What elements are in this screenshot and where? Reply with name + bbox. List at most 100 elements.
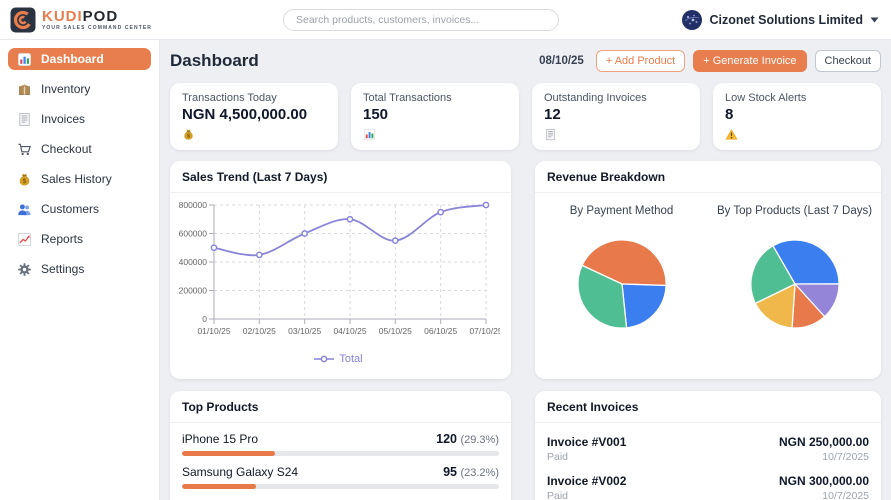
generate-invoice-button[interactable]: + Generate Invoice bbox=[693, 50, 807, 72]
svg-text:06/10/25: 06/10/25 bbox=[424, 326, 457, 336]
sidebar-item-invoices[interactable]: Invoices bbox=[8, 108, 151, 130]
chevron-down-icon bbox=[870, 17, 879, 23]
date-label: 08/10/25 bbox=[539, 55, 584, 67]
svg-text:02/10/25: 02/10/25 bbox=[243, 326, 276, 336]
stat-card-outstanding-invoices: Outstanding Invoices 12 bbox=[532, 83, 700, 150]
topbar: KUDIPOD YOUR SALES COMMAND CENTER Cizone… bbox=[0, 0, 891, 40]
sidebar-item-label: Inventory bbox=[41, 82, 91, 96]
stat-label: Transactions Today bbox=[182, 92, 277, 104]
invoice-date: 10/7/2025 bbox=[822, 490, 869, 500]
invoice-status: Paid bbox=[547, 451, 569, 463]
svg-text:800000: 800000 bbox=[179, 200, 208, 210]
pie-top-products bbox=[749, 239, 840, 329]
cart-icon bbox=[18, 143, 31, 155]
brand-name: KUDIPOD bbox=[42, 7, 119, 25]
invoice-date: 10/7/2025 bbox=[822, 451, 869, 463]
svg-text:05/10/25: 05/10/25 bbox=[379, 326, 412, 336]
invoice-id: Invoice #V002 bbox=[547, 474, 627, 488]
page-header: Dashboard 08/10/25 + Add Product + Gener… bbox=[170, 47, 881, 75]
invoice-id: Invoice #V001 bbox=[547, 435, 627, 449]
stat-card-transactions-today: Transactions Today NGN 4,500,000.00 $ bbox=[170, 83, 338, 150]
brand-tagline: YOUR SALES COMMAND CENTER bbox=[42, 24, 153, 31]
product-name: iPhone 15 Pro bbox=[182, 432, 259, 446]
revenue-breakdown-title: Revenue Breakdown bbox=[535, 161, 881, 193]
money-bag-icon: $ bbox=[182, 128, 326, 146]
sidebar-item-label: Settings bbox=[41, 262, 85, 276]
invoice-amount: NGN 250,000.00 bbox=[778, 435, 869, 449]
stats-row: Transactions Today NGN 4,500,000.00 $ To… bbox=[170, 83, 881, 150]
svg-text:01/10/25: 01/10/25 bbox=[197, 326, 230, 336]
invoice-row: Invoice #V001 NGN 250,000.00 Paid 10/7/2… bbox=[547, 430, 869, 469]
product-count: 95 bbox=[443, 465, 457, 479]
svg-text:200000: 200000 bbox=[179, 286, 208, 296]
gear-icon bbox=[18, 262, 31, 276]
stat-value: 12 bbox=[544, 106, 561, 123]
sidebar: Dashboard Inventory Invoices Checkout $ … bbox=[0, 40, 160, 500]
receipt-icon bbox=[19, 112, 30, 126]
top-products-card: Top Products iPhone 15 Pro 120 (29.3%) S… bbox=[170, 391, 511, 500]
customers-icon bbox=[18, 203, 31, 215]
add-product-button[interactable]: + Add Product bbox=[595, 50, 686, 72]
chart-up-icon bbox=[18, 232, 31, 246]
svg-text:$: $ bbox=[187, 134, 190, 140]
stat-label: Low Stock Alerts bbox=[725, 92, 807, 104]
receipt-icon bbox=[544, 128, 688, 146]
sidebar-item-checkout[interactable]: Checkout bbox=[8, 138, 151, 160]
main-content: Dashboard 08/10/25 + Add Product + Gener… bbox=[160, 40, 891, 500]
recent-invoices-title: Recent Invoices bbox=[535, 391, 881, 423]
stat-card-total-transactions: Total Transactions 150 bbox=[351, 83, 519, 150]
stat-card-low-stock-alerts: Low Stock Alerts 8 bbox=[713, 83, 881, 150]
product-row: iPhone 15 Pro 120 (29.3%) bbox=[182, 432, 499, 456]
stat-label: Total Transactions bbox=[363, 92, 452, 104]
svg-text:04/10/25: 04/10/25 bbox=[333, 326, 366, 336]
sidebar-item-settings[interactable]: Settings bbox=[8, 258, 151, 280]
product-row: Samsung Galaxy S24 95 (23.2%) bbox=[182, 465, 499, 489]
sidebar-item-inventory[interactable]: Inventory bbox=[8, 78, 151, 100]
kudipod-logo-icon bbox=[10, 7, 36, 32]
account-name: Cizonet Solutions Limited bbox=[709, 13, 863, 27]
product-bar-track bbox=[182, 484, 499, 489]
svg-text:400000: 400000 bbox=[179, 257, 208, 267]
pie-payment-method-title: By Payment Method bbox=[569, 205, 674, 217]
sidebar-item-label: Sales History bbox=[41, 172, 112, 186]
money-bag-icon: $ bbox=[19, 173, 30, 185]
svg-text:03/10/25: 03/10/25 bbox=[288, 326, 321, 336]
sales-trend-title: Sales Trend (Last 7 Days) bbox=[170, 161, 511, 193]
product-bar bbox=[182, 451, 275, 456]
top-products-title: Top Products bbox=[170, 391, 511, 423]
invoice-status: Paid bbox=[547, 490, 569, 500]
legend-item-total[interactable]: Total bbox=[172, 353, 505, 365]
sidebar-item-dashboard[interactable]: Dashboard bbox=[8, 48, 151, 70]
invoice-row: Invoice #V002 NGN 300,000.00 Paid 10/7/2… bbox=[547, 469, 869, 500]
stat-value: NGN 4,500,000.00 bbox=[182, 106, 308, 123]
pie-top-products-title: By Top Products (Last 7 Days) bbox=[716, 205, 873, 217]
product-bar-track bbox=[182, 451, 499, 456]
product-name: Samsung Galaxy S24 bbox=[182, 465, 299, 479]
revenue-breakdown-card: Revenue Breakdown By Payment Method By T… bbox=[535, 161, 881, 379]
bar-chart-icon bbox=[363, 128, 507, 146]
recent-invoices-card: Recent Invoices Invoice #V001 NGN 250,00… bbox=[535, 391, 881, 500]
product-count: 120 bbox=[436, 432, 457, 446]
sidebar-item-label: Reports bbox=[41, 232, 84, 246]
sidebar-item-sales-history[interactable]: $ Sales History bbox=[8, 168, 151, 190]
sidebar-item-label: Dashboard bbox=[41, 52, 104, 66]
stat-label: Outstanding Invoices bbox=[544, 92, 647, 104]
warning-icon bbox=[725, 128, 869, 146]
app-logo: KUDIPOD YOUR SALES COMMAND CENTER bbox=[0, 7, 152, 33]
sidebar-item-reports[interactable]: Reports bbox=[8, 228, 151, 250]
package-icon bbox=[19, 83, 30, 95]
bar-chart-icon bbox=[18, 52, 31, 66]
product-share: (23.2%) bbox=[460, 467, 499, 479]
svg-text:0: 0 bbox=[202, 314, 207, 324]
svg-text:600000: 600000 bbox=[179, 229, 208, 239]
invoice-amount: NGN 300,000.00 bbox=[778, 474, 869, 488]
sidebar-item-customers[interactable]: Customers bbox=[8, 198, 151, 220]
account-menu[interactable]: Cizonet Solutions Limited bbox=[681, 0, 879, 40]
svg-text:07/10/25: 07/10/25 bbox=[469, 326, 500, 336]
checkout-button[interactable]: Checkout bbox=[814, 50, 881, 72]
sales-trend-chart: 0 200000 400000 600000 800000 01/10/25 02/10/2… bbox=[179, 200, 503, 336]
pie-payment-method bbox=[576, 239, 667, 329]
sidebar-item-label: Checkout bbox=[41, 142, 92, 156]
product-share: (29.3%) bbox=[460, 434, 499, 446]
search-input[interactable] bbox=[283, 9, 559, 31]
